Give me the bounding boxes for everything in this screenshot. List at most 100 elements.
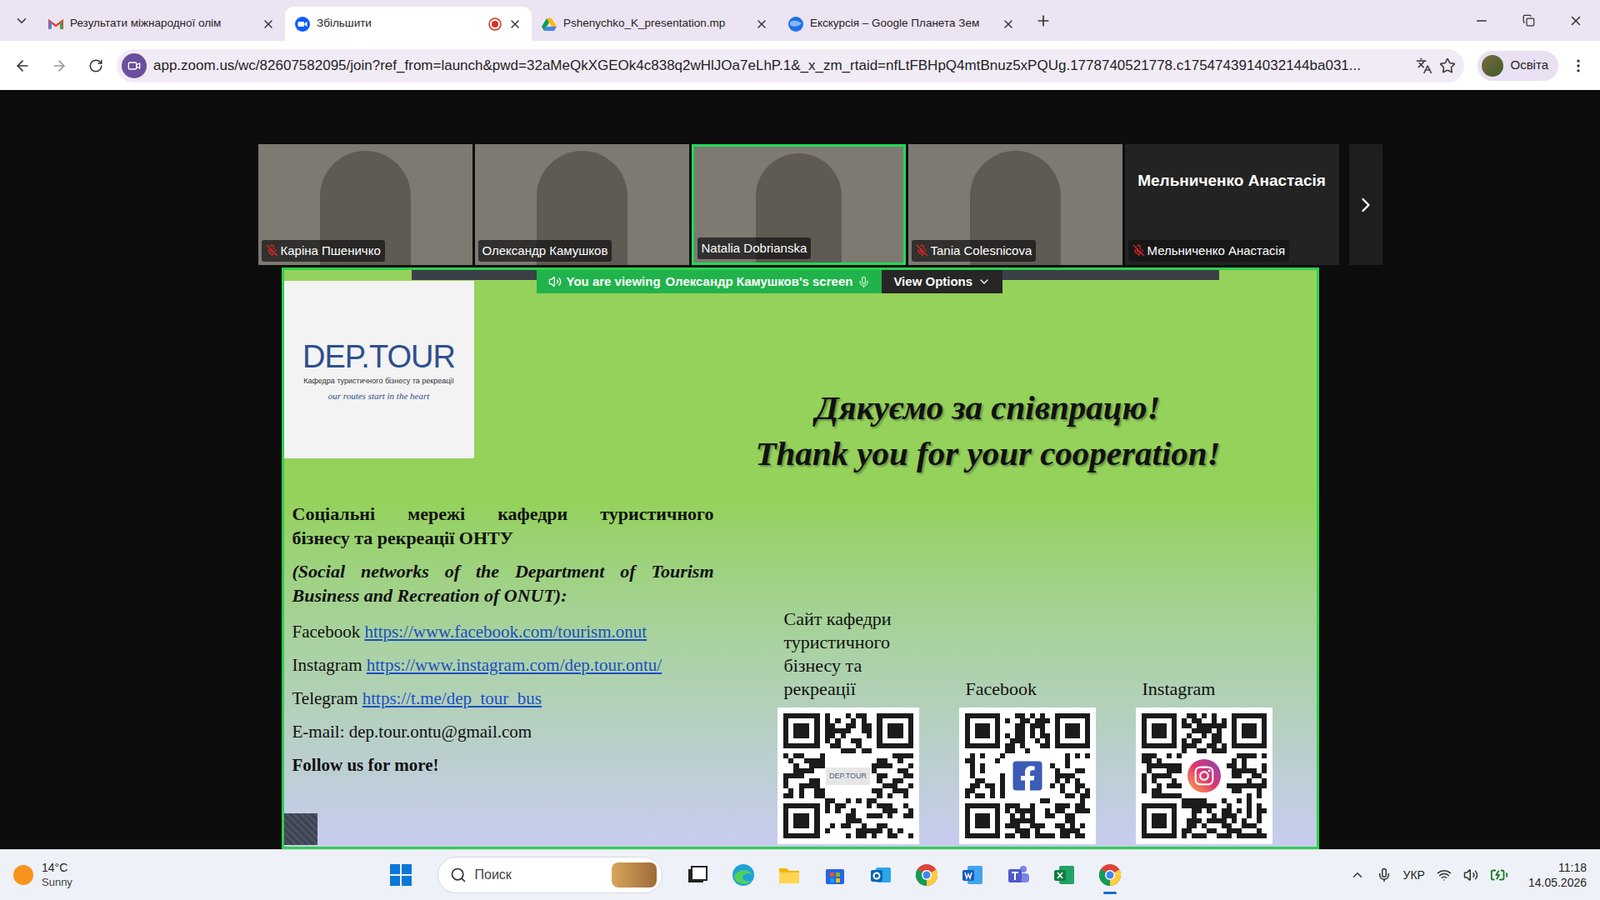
plus-icon (1035, 12, 1052, 30)
forward-button[interactable] (43, 50, 75, 82)
browser-tab[interactable]: Екскурсія – Google Планета Зем (778, 6, 1025, 41)
back-button[interactable] (6, 50, 39, 82)
next-participants-button[interactable] (1349, 144, 1383, 265)
recording-icon (488, 17, 502, 31)
thanks-text: Дякуємо за співпрацю!Thank you for your … (723, 385, 1254, 477)
participant-name-label: Мельниченко Анастасія (1128, 240, 1290, 263)
minimize-button[interactable] (1458, 0, 1505, 41)
participant-tile[interactable]: Natalia Dobrianska (691, 144, 906, 265)
restore-button[interactable] (1505, 0, 1552, 41)
teams-icon (1005, 862, 1031, 888)
mic-off-icon (265, 244, 279, 257)
windows-icon (389, 863, 413, 887)
start-button[interactable] (384, 858, 418, 892)
taskbar-app[interactable] (774, 855, 805, 895)
tab-strip: Результати міжнародної олімЗбільшитиPshe… (0, 0, 1600, 41)
taskbar-search[interactable]: Поиск (437, 856, 663, 894)
browser-tab[interactable]: Збільшити (285, 6, 532, 41)
weather-widget[interactable]: 14°CSunny (13, 860, 73, 890)
chevron-up-icon[interactable] (1350, 867, 1365, 883)
language-indicator[interactable]: УКР (1403, 866, 1425, 885)
taskbar-app[interactable] (728, 855, 759, 895)
omnibox[interactable]: app.zoom.us/wc/82607582095/join?ref_from… (116, 49, 1465, 83)
qr-code (959, 707, 1096, 845)
translate-icon[interactable] (1415, 57, 1433, 75)
system-tray: УКР 11:1814.05.2026 (1350, 860, 1587, 890)
mic-icon (857, 275, 870, 289)
participant-tile[interactable]: Олександр Камушков (475, 144, 690, 265)
volume-icon[interactable] (1463, 867, 1479, 883)
taskbar-app[interactable] (1003, 855, 1034, 895)
chrome-icon (914, 862, 940, 888)
bookmark-star-icon[interactable] (1439, 57, 1456, 75)
store-icon (822, 862, 848, 888)
taskbar-app[interactable] (1095, 855, 1125, 895)
qr-item: Facebook (959, 677, 1096, 845)
participant-tile[interactable]: Мельниченко АнастасіяМельниченко Анастас… (1125, 144, 1340, 265)
contact-link[interactable]: https://www.instagram.com/dep.tour.ontu/ (366, 655, 662, 675)
contact-row: Instagram https://www.instagram.com/dep.… (292, 648, 715, 682)
contact-link[interactable]: https://www.facebook.com/tourism.onut (364, 621, 647, 642)
meeting-area: Каріна ПшеничкоОлександр Камушков Natalia… (0, 90, 1600, 850)
slide-left-column: DEP.TOURКафедра туристичного бізнесу та … (284, 270, 724, 847)
participant-tile[interactable]: Каріна Пшеничко (258, 144, 473, 265)
social-text: Соціальні мережі кафедри туристичногобіз… (292, 501, 715, 782)
taskbar-app[interactable] (682, 855, 713, 895)
video-icon (127, 59, 141, 73)
tab-search-button[interactable] (5, 3, 39, 38)
browser-tab[interactable]: Результати міжнародної олім (38, 6, 285, 41)
participant-tile[interactable]: Tania Colesnicova (908, 144, 1123, 265)
speaker-icon (548, 275, 562, 289)
contact-link[interactable]: https://t.me/dep_tour_bus (362, 688, 542, 709)
profile-button[interactable]: Освіта (1477, 50, 1559, 81)
mic-off-icon (915, 244, 929, 257)
qr-code (1135, 707, 1273, 845)
qr-code: DEP.TOUR (777, 707, 920, 845)
qr-caption: Instagram (1135, 677, 1273, 701)
restore-icon (1522, 14, 1535, 27)
browser-tab[interactable]: Pshenychko_K_presentation.mp (531, 6, 779, 41)
taskbar-center: Поиск (384, 855, 1125, 895)
desktop: Результати міжнародної олімЗбільшитиPshe… (0, 0, 1600, 900)
taskbar-app[interactable] (911, 855, 942, 895)
viewing-banner: You are viewingОлександр Камушков's scre… (536, 270, 1004, 294)
search-highlight-icon (611, 862, 657, 888)
taskbar-app[interactable] (957, 855, 988, 895)
site-info-button[interactable] (121, 53, 147, 79)
close-tab-icon[interactable] (261, 17, 275, 31)
close-tab-icon[interactable] (508, 17, 522, 31)
menu-button[interactable] (1563, 50, 1594, 81)
taskbar-app[interactable] (865, 855, 896, 895)
taskbar-app[interactable] (820, 855, 850, 895)
close-window-button[interactable] (1551, 0, 1600, 41)
qr-item: Сайт кафедритуристичногобізнесу тарекреа… (777, 607, 920, 845)
file-explorer-icon (776, 862, 802, 888)
battery-icon[interactable] (1490, 865, 1509, 885)
toolbar: app.zoom.us/wc/82607582095/join?ref_from… (0, 40, 1600, 90)
qr-row: Сайт кафедритуристичногобізнесу тарекреа… (723, 607, 1317, 847)
clock[interactable]: 11:1814.05.2026 (1528, 860, 1587, 890)
active-indicator (1103, 891, 1117, 895)
outlook-icon (868, 862, 894, 888)
contact-row: Facebook https://www.facebook.com/touris… (292, 615, 715, 649)
task-view-icon (685, 862, 710, 888)
participant-name-label: Олександр Камушков (478, 240, 613, 263)
drive-icon (541, 17, 557, 31)
close-tab-icon[interactable] (755, 17, 769, 31)
chevron-down-icon (977, 275, 991, 289)
wifi-icon[interactable] (1436, 867, 1452, 883)
close-tab-icon[interactable] (1001, 17, 1015, 31)
chevron-right-icon (1354, 193, 1378, 217)
new-tab-button[interactable] (1028, 3, 1059, 38)
view-options-button[interactable]: View Options (881, 270, 1003, 294)
reload-button[interactable] (80, 50, 112, 82)
search-icon (450, 866, 467, 884)
department-logo: DEP.TOURКафедра туристичного бізнесу та … (284, 280, 475, 459)
chevron-down-icon (14, 13, 30, 29)
taskbar-app[interactable] (1049, 855, 1080, 895)
slide-nav-button[interactable] (284, 813, 318, 845)
word-icon (960, 862, 985, 888)
qr-caption: Сайт кафедритуристичногобізнесу тарекреа… (777, 607, 920, 701)
qr-caption: Facebook (959, 677, 1096, 701)
mic-icon[interactable] (1376, 867, 1392, 883)
